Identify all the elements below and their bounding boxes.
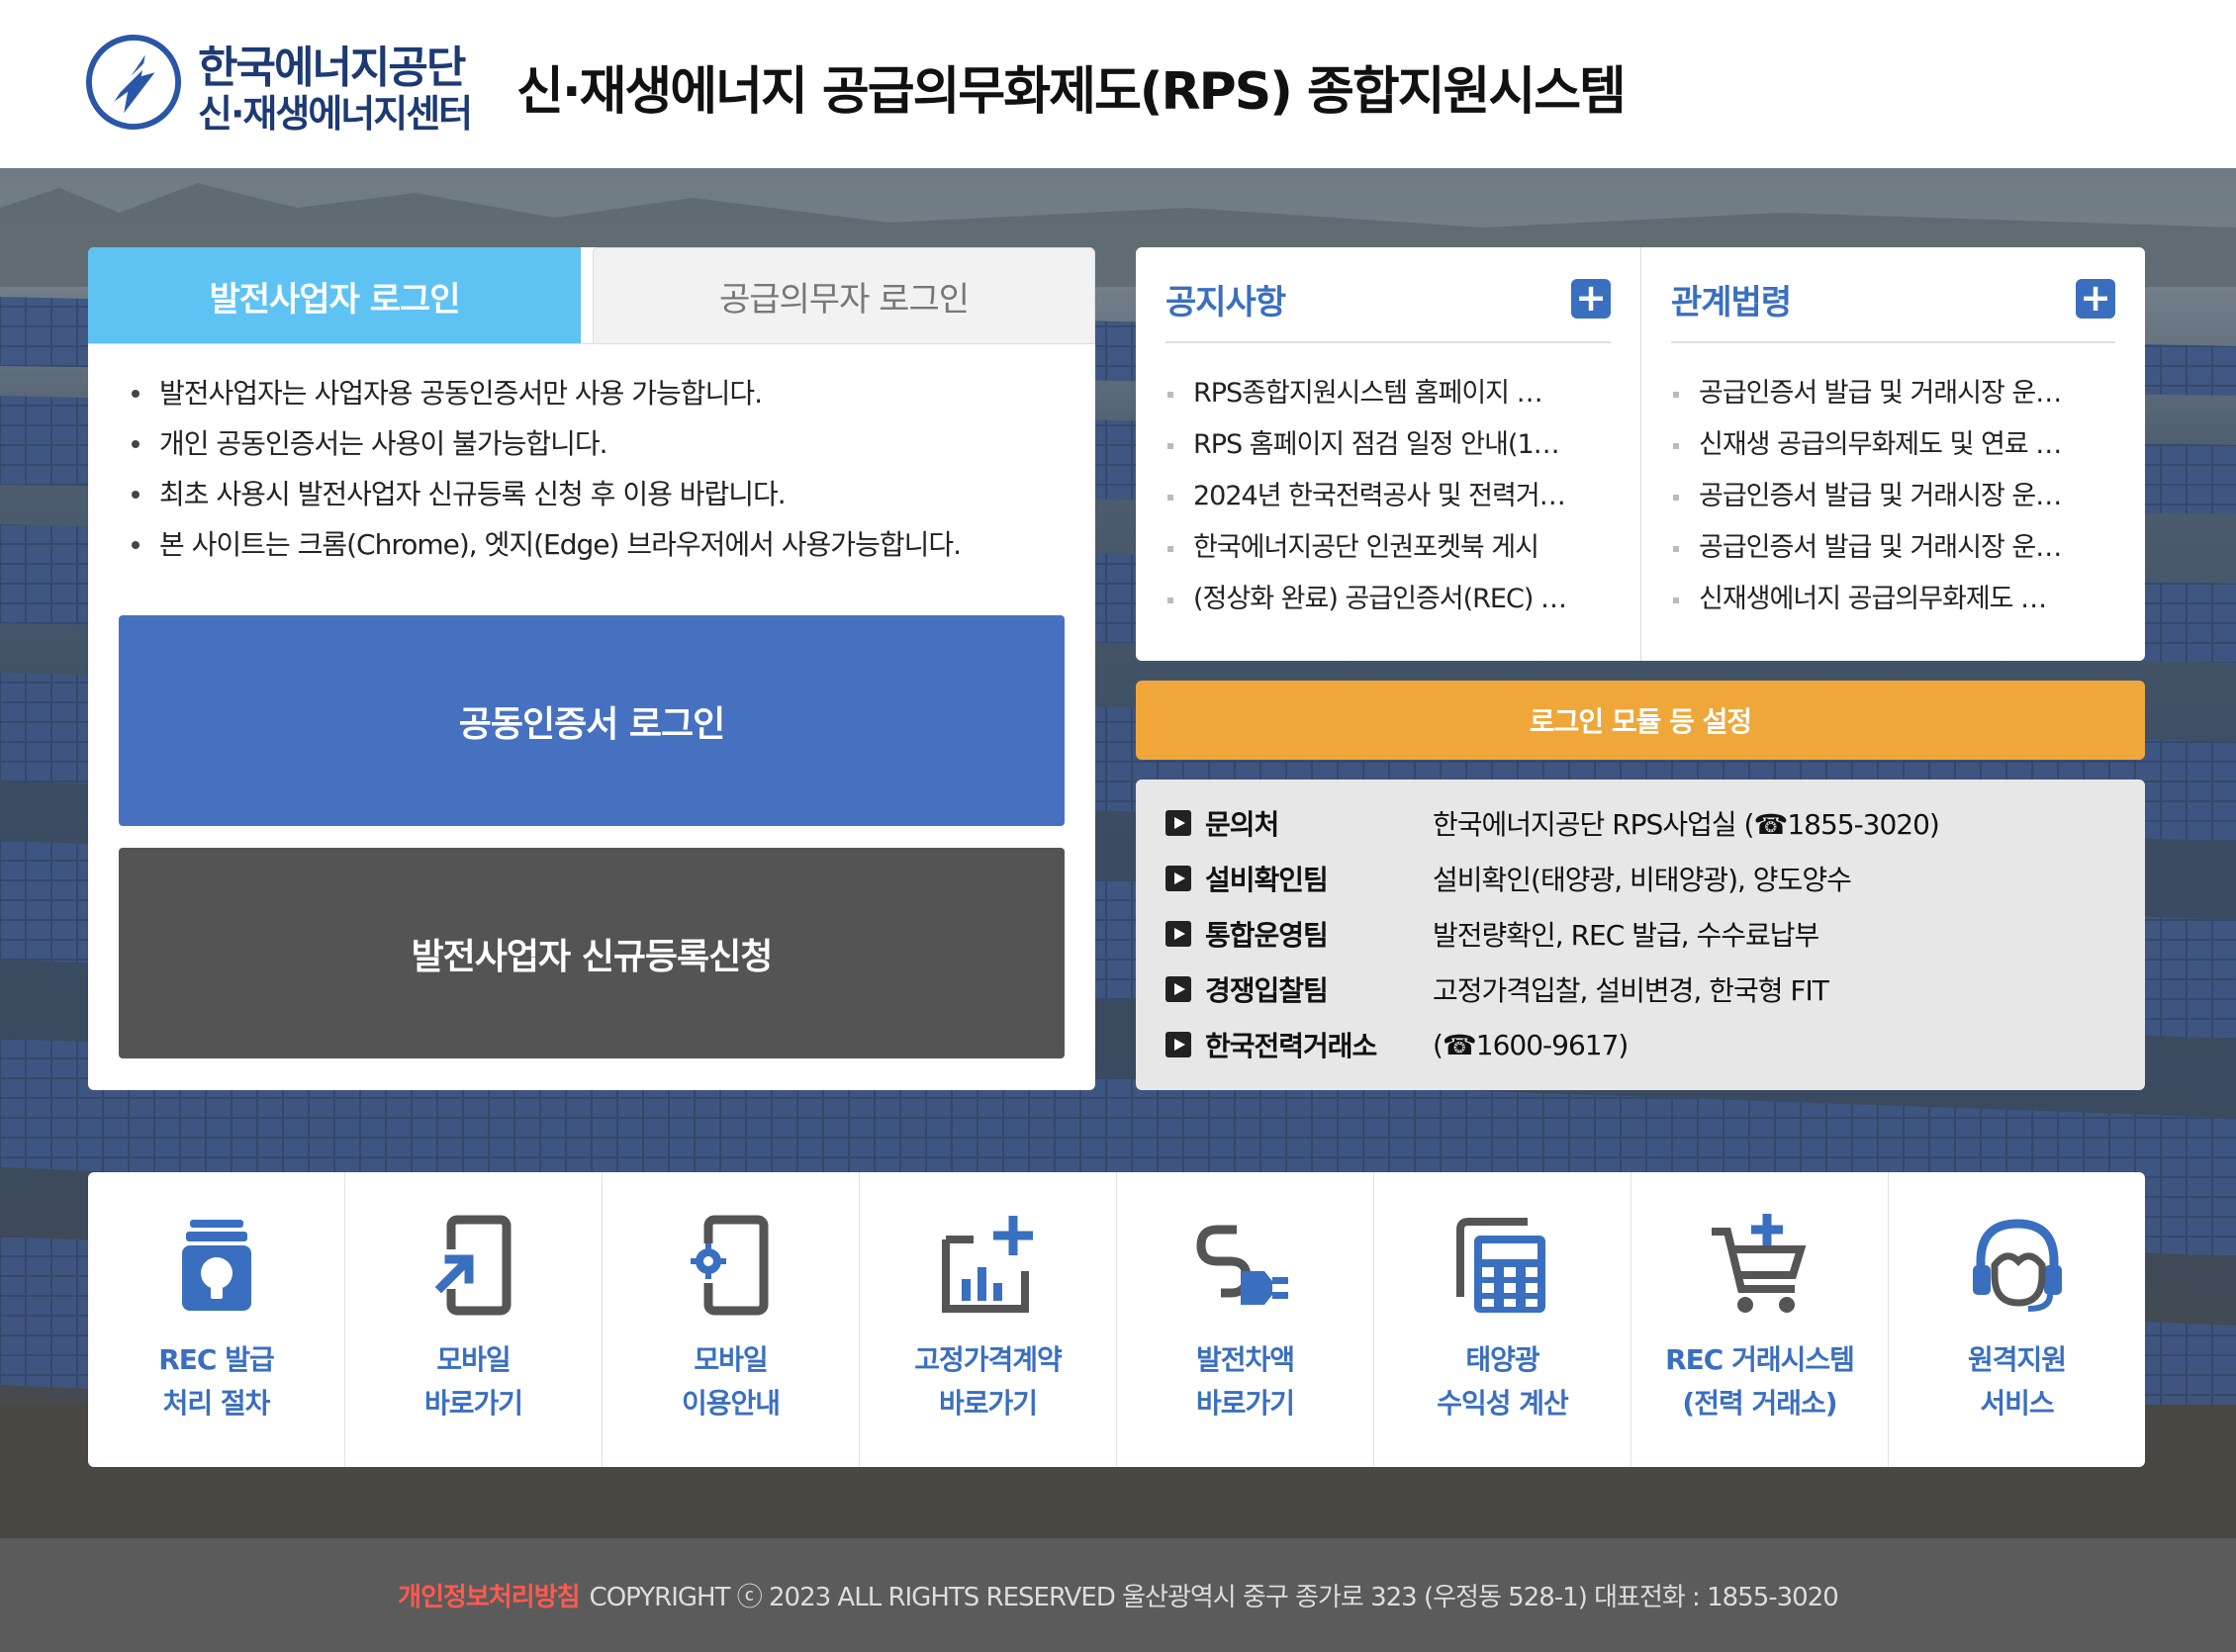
play-bullet-icon: [1165, 976, 1191, 1002]
law-item[interactable]: 신재생에너지 공급의무화제도 …: [1671, 574, 2106, 625]
login-module-settings-button[interactable]: 로그인 모듈 등 설정: [1136, 681, 2145, 760]
contact-value: 설비확인(태양광, 비태양광), 양도양수: [1433, 864, 1852, 896]
contact-row: 통합운영팀 발전량확인, REC 발급, 수수료납부: [1165, 914, 1819, 954]
play-bullet-icon: [1165, 921, 1191, 947]
plug-icon: [1195, 1225, 1288, 1305]
play-bullet-icon: [1165, 866, 1191, 891]
tab-producer-login[interactable]: 발전사업자 로그인: [88, 247, 581, 344]
law-item[interactable]: 신재생 공급의무화제도 및 연료 …: [1671, 419, 2106, 471]
login-notice-item: 본 사이트는 크롬(Chrome), 엣지(Edge) 브라우저에서 사용가능합…: [128, 519, 962, 570]
contact-row: 설비확인팀 설비확인(태양광, 비태양광), 양도양수: [1165, 859, 1852, 898]
play-bullet-icon: [1165, 810, 1191, 836]
bulb-doc-icon: [181, 1220, 251, 1311]
contact-info-panel: 문의처 한국에너지공단 RPS사업실 (☎1855-3020) 설비확인팀 설비…: [1136, 780, 2145, 1090]
login-notice-item: 개인 공동인증서는 사용이 불가능합니다.: [128, 418, 961, 469]
mobile-gear-icon: [688, 1215, 768, 1316]
notice-list: RPS종합지원시스템 홈페이지 … RPS 홈페이지 점검 일정 안내(1… 2…: [1165, 368, 1601, 625]
quick-label: 고정가격계약 바로가기: [914, 1343, 1063, 1420]
login-notice-item: 발전사업자는 사업자용 공동인증서만 사용 가능합니다.: [128, 368, 961, 418]
boards-panel: 공지사항 + RPS종합지원시스템 홈페이지 … RPS 홈페이지 점검 일정 …: [1136, 247, 2145, 661]
kea-logo[interactable]: 한국에너지공단 신·재생에너지센터: [85, 32, 481, 136]
quick-label: 모바일 이용안내: [681, 1343, 781, 1420]
site-footer: 개인정보처리방침 COPYRIGHT ⓒ 2023 ALL RIGHTS RES…: [0, 1538, 2236, 1652]
quick-label: 태양광 수익성 계산: [1437, 1343, 1569, 1420]
quick-solar-calculator[interactable]: 태양광 수익성 계산: [1374, 1172, 1631, 1467]
notice-item[interactable]: RPS 홈페이지 점검 일정 안내(1…: [1165, 419, 1601, 471]
quick-label: 원격지원 서비스: [1967, 1343, 2067, 1420]
contact-label: 문의처: [1205, 808, 1279, 841]
law-more-plus-icon[interactable]: +: [2076, 279, 2115, 319]
quick-rec-issue[interactable]: REC 발급 처리 절차: [88, 1172, 345, 1467]
contact-row: 한국전력거래소 (☎1600-9617): [1165, 1025, 1629, 1064]
notice-board: 공지사항 + RPS종합지원시스템 홈페이지 … RPS 홈페이지 점검 일정 …: [1136, 247, 1640, 661]
quick-label: REC 거래시스템 (전력 거래소): [1665, 1343, 1855, 1420]
tab-supplier-login[interactable]: 공급의무자 로그인: [593, 247, 1095, 344]
kea-logo-icon: [85, 34, 182, 131]
notice-board-title[interactable]: 공지사항: [1165, 275, 1286, 323]
law-item[interactable]: 공급인증서 발급 및 거래시장 운…: [1671, 522, 2106, 574]
law-item[interactable]: 공급인증서 발급 및 거래시장 운…: [1671, 471, 2106, 522]
quick-menu: REC 발급 처리 절차 모바일 바로가기 모바일 이용안내 고정가격계약 바로…: [88, 1172, 2145, 1467]
login-notice-list: 발전사업자는 사업자용 공동인증서만 사용 가능합니다. 개인 공동인증서는 사…: [128, 368, 962, 570]
chart-plus-icon: [941, 1216, 1033, 1313]
contact-row: 문의처 한국에너지공단 RPS사업실 (☎1855-3020): [1165, 803, 1940, 843]
notice-item[interactable]: RPS종합지원시스템 홈페이지 …: [1165, 368, 1601, 419]
certificate-login-button[interactable]: 공동인증서 로그인: [119, 615, 1065, 826]
contact-value: 고정가격입찰, 설비변경, 한국형 FIT: [1433, 974, 1829, 1007]
quick-fixed-price[interactable]: 고정가격계약 바로가기: [860, 1172, 1117, 1467]
site-title: 신·재생에너지 공급의무화제도(RPS) 종합지원시스템: [516, 62, 1627, 122]
law-item[interactable]: 공급인증서 발급 및 거래시장 운…: [1671, 368, 2106, 419]
notice-more-plus-icon[interactable]: +: [1571, 279, 1611, 319]
contact-label: 경쟁입찰팀: [1205, 974, 1329, 1007]
login-notice-item: 최초 사용시 발전사업자 신규등록 신청 후 이용 바랍니다.: [128, 469, 961, 519]
notice-item[interactable]: 2024년 한국전력공사 및 전력거…: [1165, 471, 1601, 522]
law-board-divider: [1671, 341, 2115, 343]
cart-plus-icon: [1711, 1214, 1806, 1313]
law-list: 공급인증서 발급 및 거래시장 운… 신재생 공급의무화제도 및 연료 … 공급…: [1671, 368, 2106, 625]
contact-label: 통합운영팀: [1205, 919, 1329, 952]
calculator-icon: [1455, 1218, 1545, 1313]
notice-board-divider: [1165, 341, 1611, 343]
notice-item[interactable]: (정상화 완료) 공급인증서(REC) …: [1165, 574, 1601, 625]
headset-icon: [1972, 1219, 2062, 1312]
privacy-policy-link[interactable]: 개인정보처리방침: [398, 1577, 580, 1613]
tab-divider: [88, 343, 1095, 344]
contact-value: 발전량확인, REC 발급, 수수료납부: [1433, 919, 1819, 952]
law-board: 관계법령 + 공급인증서 발급 및 거래시장 운… 신재생 공급의무화제도 및 …: [1640, 247, 2145, 661]
play-bullet-icon: [1165, 1032, 1191, 1057]
contact-value: (☎1600-9617): [1433, 1028, 1629, 1061]
logo-text-center: 신·재생에너지센터: [198, 92, 473, 136]
quick-rec-trading[interactable]: REC 거래시스템 (전력 거래소): [1631, 1172, 1889, 1467]
contact-row: 경쟁입찰팀 고정가격입찰, 설비변경, 한국형 FIT: [1165, 969, 1829, 1009]
login-panel: 발전사업자 로그인 공급의무자 로그인 발전사업자는 사업자용 공동인증서만 사…: [88, 247, 1095, 1090]
quick-mobile-guide[interactable]: 모바일 이용안내: [603, 1172, 860, 1467]
quick-price-difference[interactable]: 발전차액 바로가기: [1117, 1172, 1374, 1467]
notice-item[interactable]: 한국에너지공단 인권포켓북 게시: [1165, 522, 1601, 574]
quick-remote-support[interactable]: 원격지원 서비스: [1889, 1172, 2145, 1467]
site-header: 한국에너지공단 신·재생에너지센터 신·재생에너지 공급의무화제도(RPS) 종…: [0, 0, 2236, 168]
producer-register-button[interactable]: 발전사업자 신규등록신청: [119, 848, 1065, 1058]
contact-label: 한국전력거래소: [1205, 1030, 1377, 1062]
quick-label: REC 발급 처리 절차: [158, 1343, 275, 1420]
copyright-text: COPYRIGHT ⓒ 2023 ALL RIGHTS RESERVED 울산광…: [589, 1583, 1839, 1612]
quick-mobile-link[interactable]: 모바일 바로가기: [345, 1172, 603, 1467]
mobile-link-icon: [434, 1215, 511, 1316]
quick-label: 모바일 바로가기: [423, 1343, 523, 1420]
quick-label: 발전차액 바로가기: [1195, 1343, 1295, 1420]
contact-label: 설비확인팀: [1205, 864, 1329, 896]
law-board-title[interactable]: 관계법령: [1671, 275, 1792, 323]
contact-value: 한국에너지공단 RPS사업실 (☎1855-3020): [1433, 808, 1940, 841]
